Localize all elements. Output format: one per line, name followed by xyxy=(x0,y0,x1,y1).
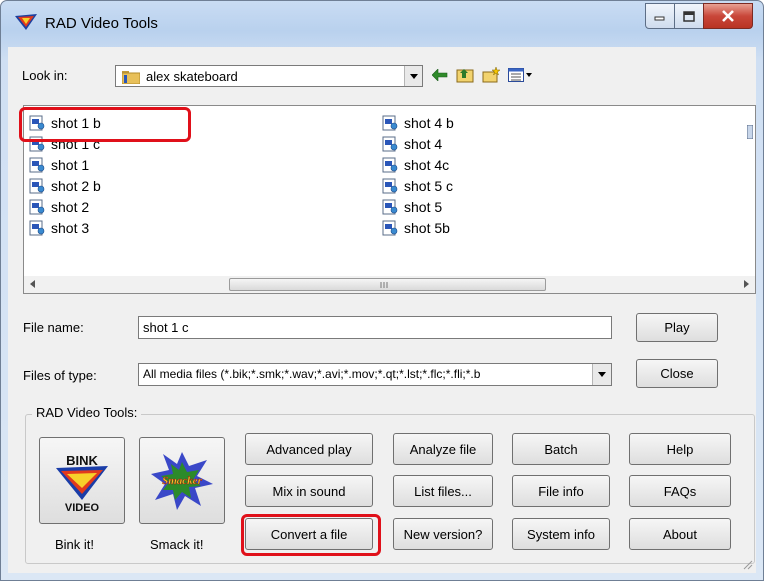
folder-icon xyxy=(122,71,140,84)
bink-button[interactable]: BINK VIDEO xyxy=(39,437,125,524)
file-name: shot 4 b xyxy=(404,115,454,131)
file-name: shot 1 xyxy=(51,157,90,173)
file-item[interactable]: shot 4c xyxy=(382,155,449,175)
chevron-down-icon xyxy=(598,372,606,377)
media-file-icon xyxy=(382,136,398,152)
file-item[interactable]: shot 5 c xyxy=(382,176,453,196)
media-file-icon xyxy=(29,220,45,236)
media-file-icon xyxy=(382,199,398,215)
file-name: shot 4c xyxy=(404,157,450,173)
close-window-button[interactable] xyxy=(703,3,753,29)
scroll-left-icon[interactable] xyxy=(30,280,35,288)
rad-logo-icon xyxy=(15,14,37,30)
filetype-dropdown[interactable]: All media files (*.bik;*.smk;*.wav;*.avi… xyxy=(138,363,612,386)
file-item[interactable]: shot 1 xyxy=(29,155,89,175)
file-name: shot 4 xyxy=(404,136,443,152)
faqs-button[interactable]: FAQs xyxy=(629,475,731,507)
media-file-icon xyxy=(382,157,398,173)
minimize-button[interactable] xyxy=(645,3,675,29)
back-arrow-icon xyxy=(432,69,448,81)
media-file-icon xyxy=(29,157,45,173)
close-icon xyxy=(722,10,734,22)
window-title: RAD Video Tools xyxy=(45,15,158,32)
maximize-icon xyxy=(683,10,695,22)
up-folder-icon xyxy=(456,69,474,83)
up-folder-button[interactable] xyxy=(455,66,475,84)
caption-buttons xyxy=(645,3,753,29)
advanced-play-button[interactable]: Advanced play xyxy=(245,433,373,465)
scroll-right-icon[interactable] xyxy=(744,280,749,288)
partial-file-icon xyxy=(747,125,753,139)
analyze-file-button[interactable]: Analyze file xyxy=(393,433,493,465)
horizontal-scrollbar[interactable] xyxy=(23,276,756,294)
filename-label: File name: xyxy=(23,320,84,335)
new-folder-button[interactable] xyxy=(481,66,501,84)
new-folder-icon xyxy=(482,67,500,83)
resize-grip-icon[interactable] xyxy=(741,558,753,570)
file-name: shot 5b xyxy=(404,220,450,236)
main-window: RAD Video Tools Look in: alex skateboard xyxy=(0,0,764,581)
grip-icon xyxy=(380,282,388,288)
smack-label: Smack it! xyxy=(150,537,204,552)
media-file-icon xyxy=(29,199,45,215)
file-item[interactable]: shot 2 b xyxy=(29,176,101,196)
bink-video-logo-icon: BINK VIDEO xyxy=(56,453,108,512)
smack-button[interactable]: Smacker xyxy=(139,437,225,524)
file-info-button[interactable]: File info xyxy=(512,475,610,507)
about-button[interactable]: About xyxy=(629,518,731,550)
lookin-dropdown[interactable]: alex skateboard xyxy=(115,65,423,87)
media-file-icon xyxy=(382,115,398,131)
file-item[interactable]: shot 2 xyxy=(29,197,89,217)
group-title: RAD Video Tools: xyxy=(32,405,142,420)
help-button[interactable]: Help xyxy=(629,433,731,465)
filetype-label: Files of type: xyxy=(23,368,97,383)
system-info-button[interactable]: System info xyxy=(512,518,610,550)
lookin-label: Look in: xyxy=(22,68,68,83)
chevron-down-icon xyxy=(409,73,418,79)
media-file-icon xyxy=(382,220,398,236)
mix-in-sound-button[interactable]: Mix in sound xyxy=(245,475,373,507)
new-version-button[interactable]: New version? xyxy=(393,518,493,550)
svg-text:Smacker: Smacker xyxy=(162,475,202,487)
file-name: shot 5 c xyxy=(404,178,454,194)
file-name: shot 3 xyxy=(51,220,90,236)
lookin-dropdown-arrow[interactable] xyxy=(404,66,422,86)
scrollbar-thumb[interactable] xyxy=(229,278,546,291)
lookin-value: alex skateboard xyxy=(146,69,238,84)
bink-label: Bink it! xyxy=(55,537,95,552)
back-button[interactable] xyxy=(431,66,449,84)
filename-input[interactable]: shot 1 c xyxy=(138,316,612,339)
filetype-value: All media files (*.bik;*.smk;*.wav;*.avi… xyxy=(143,367,481,381)
file-item[interactable]: shot 5 xyxy=(382,197,442,217)
file-item[interactable]: shot 4 xyxy=(382,134,442,154)
minimize-icon xyxy=(654,16,665,21)
smacker-logo-icon: Smacker xyxy=(151,451,213,510)
file-item[interactable]: shot 4 b xyxy=(382,113,454,133)
play-button[interactable]: Play xyxy=(636,313,718,342)
view-menu-icon xyxy=(508,68,532,82)
highlight-convert-button xyxy=(241,514,381,556)
file-name: shot 2 b xyxy=(51,178,101,194)
file-item[interactable]: shot 5b xyxy=(382,218,450,238)
list-files-button[interactable]: List files... xyxy=(393,475,493,507)
maximize-button[interactable] xyxy=(674,3,704,29)
file-item[interactable]: shot 3 xyxy=(29,218,89,238)
svg-text:BINK: BINK xyxy=(66,453,98,468)
close-button[interactable]: Close xyxy=(636,359,718,388)
media-file-icon xyxy=(382,178,398,194)
file-name: shot 2 xyxy=(51,199,90,215)
svg-text:VIDEO: VIDEO xyxy=(65,502,100,512)
media-file-icon xyxy=(29,178,45,194)
view-menu-button[interactable] xyxy=(507,66,535,84)
highlight-shot-1-b xyxy=(19,107,191,142)
file-name: shot 5 xyxy=(404,199,443,215)
batch-button[interactable]: Batch xyxy=(512,433,610,465)
filetype-dropdown-arrow[interactable] xyxy=(592,364,611,385)
